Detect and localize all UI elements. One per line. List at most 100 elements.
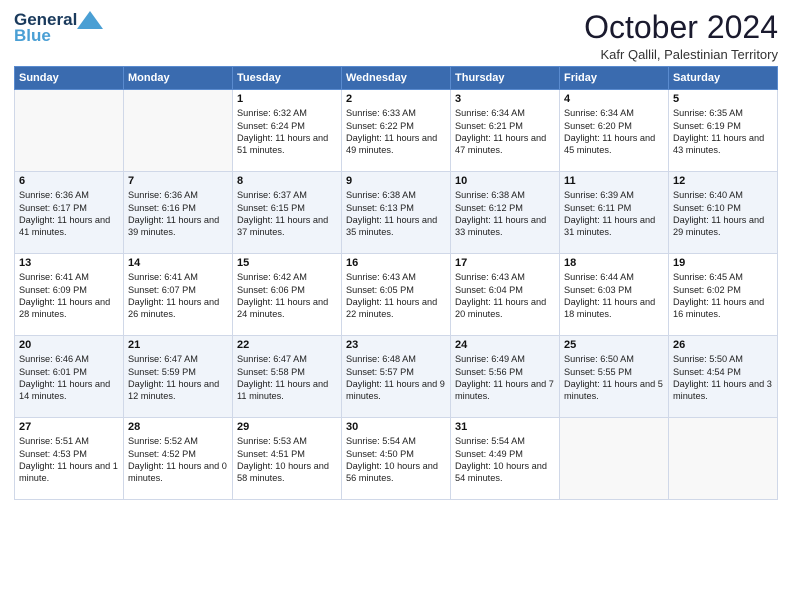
calendar-cell-w4-d1: 20 Sunrise: 6:46 AM Sunset: 6:01 PM Dayli… [15, 336, 124, 418]
day-info: Sunrise: 6:36 AM Sunset: 6:17 PM Dayligh… [19, 189, 119, 239]
day-number: 30 [346, 421, 446, 433]
day-number: 15 [237, 257, 337, 269]
calendar-cell-w3-d3: 15 Sunrise: 6:42 AM Sunset: 6:06 PM Dayli… [233, 254, 342, 336]
calendar-week-3: 13 Sunrise: 6:41 AM Sunset: 6:09 PM Dayli… [15, 254, 778, 336]
header: General Blue October 2024 Kafr Qallil, P… [14, 10, 778, 62]
calendar-cell-w2-d1: 6 Sunrise: 6:36 AM Sunset: 6:17 PM Daylig… [15, 172, 124, 254]
calendar-cell-w4-d7: 26Sunrise: 5:50 AM Sunset: 4:54 PM Dayli… [669, 336, 778, 418]
day-number: 2 [346, 93, 446, 105]
day-number: 11 [564, 175, 664, 187]
subtitle: Kafr Qallil, Palestinian Territory [584, 47, 778, 62]
calendar-cell-w3-d6: 18 Sunrise: 6:44 AM Sunset: 6:03 PM Dayli… [560, 254, 669, 336]
calendar-cell-w5-d6 [560, 418, 669, 500]
calendar-cell-w1-d1 [15, 90, 124, 172]
day-number: 7 [128, 175, 228, 187]
day-number: 12 [673, 175, 773, 187]
calendar-week-1: 1 Sunrise: 6:32 AM Sunset: 6:24 PM Daylig… [15, 90, 778, 172]
calendar-cell-w5-d7 [669, 418, 778, 500]
calendar-cell-w1-d3: 1 Sunrise: 6:32 AM Sunset: 6:24 PM Daylig… [233, 90, 342, 172]
day-info: Sunrise: 5:53 AM Sunset: 4:51 PM Dayligh… [237, 435, 337, 485]
day-info: Sunrise: 6:48 AM Sunset: 5:57 PM Dayligh… [346, 353, 446, 403]
day-number: 25 [564, 339, 664, 351]
col-monday: Monday [124, 67, 233, 90]
day-number: 1 [237, 93, 337, 105]
calendar-cell-w4-d4: 23 Sunrise: 6:48 AM Sunset: 5:57 PM Dayli… [342, 336, 451, 418]
col-friday: Friday [560, 67, 669, 90]
day-number: 19 [673, 257, 773, 269]
calendar-table: Sunday Monday Tuesday Wednesday Thursday… [14, 66, 778, 500]
day-number: 20 [19, 339, 119, 351]
logo: General Blue [14, 10, 103, 46]
calendar-cell-w4-d5: 24Sunrise: 6:49 AM Sunset: 5:56 PM Dayli… [451, 336, 560, 418]
day-info: Sunrise: 6:46 AM Sunset: 6:01 PM Dayligh… [19, 353, 119, 403]
calendar-cell-w2-d7: 12 Sunrise: 6:40 AM Sunset: 6:10 PM Dayli… [669, 172, 778, 254]
calendar-cell-w3-d5: 17Sunrise: 6:43 AM Sunset: 6:04 PM Dayli… [451, 254, 560, 336]
day-info: Sunrise: 5:54 AM Sunset: 4:50 PM Dayligh… [346, 435, 446, 485]
calendar-cell-w3-d1: 13 Sunrise: 6:41 AM Sunset: 6:09 PM Dayli… [15, 254, 124, 336]
day-number: 13 [19, 257, 119, 269]
day-number: 8 [237, 175, 337, 187]
calendar-cell-w2-d2: 7 Sunrise: 6:36 AM Sunset: 6:16 PM Daylig… [124, 172, 233, 254]
day-number: 23 [346, 339, 446, 351]
calendar-cell-w5-d5: 31 Sunrise: 5:54 AM Sunset: 4:49 PM Dayli… [451, 418, 560, 500]
calendar-cell-w2-d3: 8Sunrise: 6:37 AM Sunset: 6:15 PM Daylig… [233, 172, 342, 254]
logo-icon [77, 11, 103, 29]
calendar-cell-w5-d2: 28 Sunrise: 5:52 AM Sunset: 4:52 PM Dayli… [124, 418, 233, 500]
day-number: 10 [455, 175, 555, 187]
calendar-cell-w1-d2 [124, 90, 233, 172]
day-info: Sunrise: 6:43 AM Sunset: 6:04 PM Dayligh… [455, 271, 555, 321]
calendar-cell-w4-d3: 22Sunrise: 6:47 AM Sunset: 5:58 PM Dayli… [233, 336, 342, 418]
day-info: Sunrise: 6:47 AM Sunset: 5:58 PM Dayligh… [237, 353, 337, 403]
calendar-cell-w3-d7: 19 Sunrise: 6:45 AM Sunset: 6:02 PM Dayli… [669, 254, 778, 336]
day-number: 9 [346, 175, 446, 187]
day-info: Sunrise: 6:45 AM Sunset: 6:02 PM Dayligh… [673, 271, 773, 321]
day-number: 16 [346, 257, 446, 269]
day-number: 6 [19, 175, 119, 187]
day-info: Sunrise: 6:34 AM Sunset: 6:21 PM Dayligh… [455, 107, 555, 157]
calendar-cell-w5-d1: 27 Sunrise: 5:51 AM Sunset: 4:53 PM Dayli… [15, 418, 124, 500]
col-wednesday: Wednesday [342, 67, 451, 90]
calendar-cell-w5-d4: 30 Sunrise: 5:54 AM Sunset: 4:50 PM Dayli… [342, 418, 451, 500]
day-number: 4 [564, 93, 664, 105]
day-info: Sunrise: 6:36 AM Sunset: 6:16 PM Dayligh… [128, 189, 228, 239]
day-number: 21 [128, 339, 228, 351]
day-info: Sunrise: 6:38 AM Sunset: 6:12 PM Dayligh… [455, 189, 555, 239]
day-info: Sunrise: 6:39 AM Sunset: 6:11 PM Dayligh… [564, 189, 664, 239]
day-info: Sunrise: 6:40 AM Sunset: 6:10 PM Dayligh… [673, 189, 773, 239]
calendar-cell-w4-d6: 25 Sunrise: 6:50 AM Sunset: 5:55 PM Dayli… [560, 336, 669, 418]
calendar-cell-w1-d6: 4 Sunrise: 6:34 AM Sunset: 6:20 PM Daylig… [560, 90, 669, 172]
calendar-cell-w2-d4: 9 Sunrise: 6:38 AM Sunset: 6:13 PM Daylig… [342, 172, 451, 254]
day-info: Sunrise: 6:44 AM Sunset: 6:03 PM Dayligh… [564, 271, 664, 321]
day-number: 27 [19, 421, 119, 433]
calendar-cell-w3-d4: 16 Sunrise: 6:43 AM Sunset: 6:05 PM Dayli… [342, 254, 451, 336]
day-info: Sunrise: 6:32 AM Sunset: 6:24 PM Dayligh… [237, 107, 337, 157]
day-info: Sunrise: 6:47 AM Sunset: 5:59 PM Dayligh… [128, 353, 228, 403]
day-info: Sunrise: 6:41 AM Sunset: 6:07 PM Dayligh… [128, 271, 228, 321]
day-number: 28 [128, 421, 228, 433]
day-number: 31 [455, 421, 555, 433]
calendar-cell-w1-d7: 5Sunrise: 6:35 AM Sunset: 6:19 PM Daylig… [669, 90, 778, 172]
calendar-cell-w1-d5: 3 Sunrise: 6:34 AM Sunset: 6:21 PM Daylig… [451, 90, 560, 172]
col-thursday: Thursday [451, 67, 560, 90]
col-saturday: Saturday [669, 67, 778, 90]
calendar-cell-w1-d4: 2Sunrise: 6:33 AM Sunset: 6:22 PM Daylig… [342, 90, 451, 172]
calendar-week-5: 27 Sunrise: 5:51 AM Sunset: 4:53 PM Dayli… [15, 418, 778, 500]
day-number: 3 [455, 93, 555, 105]
col-sunday: Sunday [15, 67, 124, 90]
main-title: October 2024 [584, 10, 778, 45]
calendar-week-2: 6 Sunrise: 6:36 AM Sunset: 6:17 PM Daylig… [15, 172, 778, 254]
day-info: Sunrise: 6:41 AM Sunset: 6:09 PM Dayligh… [19, 271, 119, 321]
day-number: 26 [673, 339, 773, 351]
day-info: Sunrise: 6:50 AM Sunset: 5:55 PM Dayligh… [564, 353, 664, 403]
day-info: Sunrise: 6:43 AM Sunset: 6:05 PM Dayligh… [346, 271, 446, 321]
day-info: Sunrise: 6:38 AM Sunset: 6:13 PM Dayligh… [346, 189, 446, 239]
day-info: Sunrise: 5:51 AM Sunset: 4:53 PM Dayligh… [19, 435, 119, 485]
day-info: Sunrise: 6:34 AM Sunset: 6:20 PM Dayligh… [564, 107, 664, 157]
day-info: Sunrise: 6:42 AM Sunset: 6:06 PM Dayligh… [237, 271, 337, 321]
day-number: 5 [673, 93, 773, 105]
day-number: 14 [128, 257, 228, 269]
page: General Blue October 2024 Kafr Qallil, P… [0, 0, 792, 612]
day-info: Sunrise: 5:54 AM Sunset: 4:49 PM Dayligh… [455, 435, 555, 485]
day-info: Sunrise: 5:52 AM Sunset: 4:52 PM Dayligh… [128, 435, 228, 485]
day-number: 18 [564, 257, 664, 269]
